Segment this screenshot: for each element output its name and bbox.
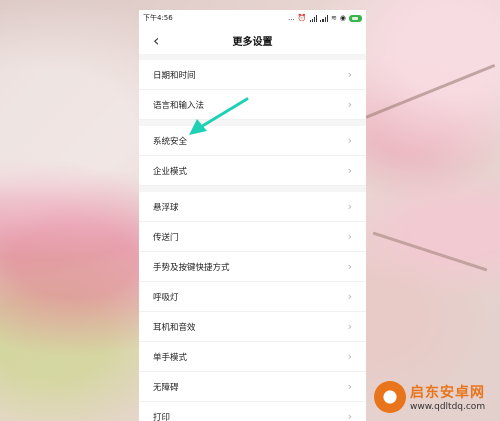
status-time: 下午4:56 <box>143 14 173 22</box>
settings-item-accessibility[interactable]: 无障碍 › <box>139 372 366 402</box>
settings-item-headphones-audio[interactable]: 耳机和音效 › <box>139 312 366 342</box>
settings-item-date-time[interactable]: 日期和时间 › <box>139 60 366 90</box>
wifi-icon: ≋ <box>331 14 337 22</box>
settings-item-gesture-shortcuts[interactable]: 手势及按键快捷方式 › <box>139 252 366 282</box>
chevron-right-icon: › <box>347 290 352 303</box>
settings-item-print[interactable]: 打印 › <box>139 402 366 421</box>
settings-item-label: 系统安全 <box>153 136 188 147</box>
settings-item-label: 手势及按键快捷方式 <box>153 262 230 273</box>
settings-item-label: 单手模式 <box>153 352 188 363</box>
chevron-right-icon: › <box>347 230 352 243</box>
chevron-right-icon: › <box>347 164 352 177</box>
settings-item-label: 日期和时间 <box>153 70 196 81</box>
chevron-right-icon: › <box>347 68 352 81</box>
ellipsis-icon: ... <box>288 14 295 22</box>
settings-item-label: 打印 <box>153 412 171 421</box>
chevron-right-icon: › <box>347 320 352 333</box>
status-icons: ... ⏰ ≋ ◉ <box>288 14 362 22</box>
watermark-url: www.qdltdq.com <box>410 402 486 412</box>
phone-screen: 下午4:56 ... ⏰ ≋ ◉ ‹ 更多设置 日期和时间 › 语言和输入法 ›… <box>139 10 366 421</box>
chevron-right-icon: › <box>347 380 352 393</box>
signal-icon <box>309 14 318 22</box>
chevron-right-icon: › <box>347 260 352 273</box>
chevron-right-icon: › <box>347 350 352 363</box>
chevron-right-icon: › <box>347 98 352 111</box>
settings-item-label: 呼吸灯 <box>153 292 179 303</box>
status-bar: 下午4:56 ... ⏰ ≋ ◉ <box>139 10 366 26</box>
battery-icon <box>349 14 362 22</box>
chevron-left-icon[interactable]: ‹ <box>153 31 159 50</box>
alarm-icon: ⏰ <box>297 14 307 22</box>
annotation-arrow-icon <box>189 97 249 135</box>
page-title: 更多设置 <box>232 36 273 48</box>
chevron-right-icon: › <box>347 410 352 421</box>
chevron-right-icon: › <box>347 200 352 213</box>
chevron-right-icon: › <box>347 134 352 147</box>
site-watermark: 启东安卓网 www.qdltdq.com <box>374 377 496 417</box>
watermark-title: 启东安卓网 <box>410 385 485 401</box>
settings-item-label: 企业模式 <box>153 166 188 177</box>
settings-item-label: 耳机和音效 <box>153 322 196 333</box>
title-bar: ‹ 更多设置 <box>139 26 366 54</box>
settings-item-floating-ball[interactable]: 悬浮球 › <box>139 192 366 222</box>
settings-item-portal[interactable]: 传送门 › <box>139 222 366 252</box>
settings-item-one-hand-mode[interactable]: 单手模式 › <box>139 342 366 372</box>
settings-item-label: 传送门 <box>153 232 179 243</box>
location-icon: ◉ <box>339 14 346 22</box>
settings-item-label: 无障碍 <box>153 382 179 393</box>
watermark-text: 启东安卓网 www.qdltdq.com <box>410 382 485 412</box>
settings-item-breathing-light[interactable]: 呼吸灯 › <box>139 282 366 312</box>
settings-item-enterprise-mode[interactable]: 企业模式 › <box>139 156 366 186</box>
signal-icon <box>320 14 329 22</box>
watermark-logo-icon <box>374 381 406 413</box>
settings-item-label: 悬浮球 <box>153 202 179 213</box>
